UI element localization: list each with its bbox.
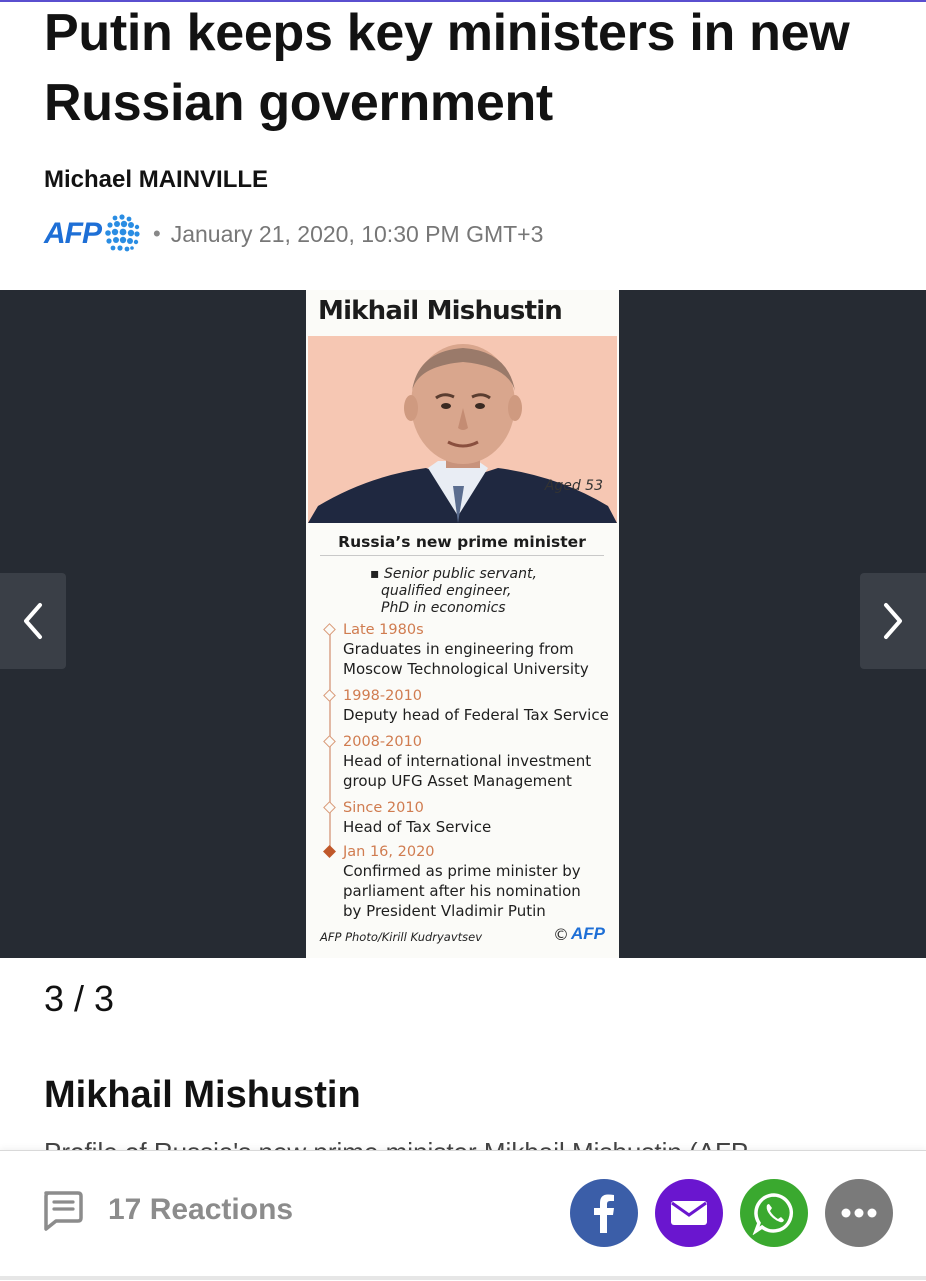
timeline-marker (323, 735, 336, 748)
mail-icon (671, 1201, 707, 1225)
facebook-icon (594, 1194, 614, 1233)
graphic-subtitle: Russia’s new prime minister (320, 533, 604, 556)
reactions-count: 17 Reactions (108, 1193, 294, 1226)
portrait-photo: Aged 53 (308, 336, 617, 523)
copyright-symbol: © (553, 924, 569, 944)
timeline-event: 2008-2010 Head of international investme… (323, 734, 613, 791)
afp-globe-icon (105, 214, 140, 252)
graphic-bullet: ▪ Senior public servant, qualified engin… (370, 566, 537, 617)
graphic-age-label: Aged 53 (544, 478, 603, 494)
event-line: Moscow Technological University (343, 660, 589, 678)
share-whatsapp-button[interactable] (740, 1179, 808, 1247)
timeline-marker (323, 801, 336, 814)
caption-title: Mikhail Mishustin (44, 1074, 361, 1116)
bullet-line: qualified engineer, (381, 583, 512, 599)
event-date: Late 1980s (343, 622, 424, 638)
event-line: Head of Tax Service (343, 818, 492, 836)
share-footer: 17 Reactions (0, 1150, 926, 1281)
share-facebook-button[interactable] (570, 1179, 638, 1247)
event-line: group UFG Asset Management (343, 772, 572, 790)
article-headline: Putin keeps key ministers in new Russian… (44, 4, 850, 132)
graphic-title: Mikhail Mishustin (318, 296, 563, 326)
event-date: Jan 16, 2020 (343, 844, 435, 860)
event-line: Head of international investment (343, 752, 592, 770)
timeline-marker (323, 623, 336, 636)
more-icon (841, 1208, 877, 1218)
event-date: 1998-2010 (343, 688, 423, 704)
share-email-button[interactable] (655, 1179, 723, 1247)
gallery-prev-button[interactable] (0, 573, 66, 669)
bullet-line: PhD in economics (381, 600, 506, 616)
event-date: Since 2010 (343, 800, 424, 816)
timeline-event: Jan 16, 2020 Confirmed as prime minister… (323, 844, 613, 921)
event-line: Confirmed as prime minister by (343, 862, 581, 880)
timeline-marker-current (323, 845, 336, 858)
photo-credit: AFP Photo/Kirill Kudryavtsev (320, 930, 483, 944)
gallery-image: Mikhail Mishustin Aged 53 Russia’s new p… (306, 290, 619, 958)
copyright-mark: © AFP (553, 924, 605, 944)
afp-logo[interactable]: AFP (44, 212, 141, 256)
event-date: 2008-2010 (343, 734, 423, 750)
reactions-button[interactable]: 17 Reactions (40, 1189, 293, 1231)
bottom-divider (0, 1276, 926, 1280)
article-author[interactable]: Michael MAINVILLE (44, 166, 268, 194)
timeline-marker (323, 689, 336, 702)
article-date: January 21, 2020, 10:30 PM GMT+3 (170, 220, 544, 247)
image-gallery[interactable]: Mikhail Mishustin Aged 53 Russia’s new p… (0, 290, 926, 958)
afp-logo-text: AFP (44, 217, 102, 250)
timeline-event: 1998-2010 Deputy head of Federal Tax Ser… (323, 688, 613, 725)
whatsapp-icon (752, 1193, 794, 1235)
byline-row: AFP • January 21, 2020, 10:30 PM GMT+3 (44, 210, 543, 258)
portrait-figure (308, 344, 617, 523)
bullet-line: ▪ Senior public servant, (370, 566, 537, 582)
timeline-event: Since 2010 Head of Tax Service (323, 800, 613, 837)
event-line: Deputy head of Federal Tax Service (343, 706, 609, 724)
chevron-left-icon (24, 603, 42, 639)
share-more-button[interactable] (825, 1179, 893, 1247)
comment-icon (44, 1191, 83, 1231)
event-line: by President Vladimir Putin (343, 902, 546, 920)
event-line: parliament after his nomination (343, 882, 581, 900)
gallery-next-button[interactable] (860, 573, 926, 669)
chevron-right-icon (884, 603, 902, 639)
byline-separator: • (153, 221, 161, 246)
timeline-event: Late 1980s Graduates in engineering from… (323, 622, 613, 679)
event-line: Graduates in engineering from (343, 640, 574, 658)
afp-small-logo: AFP (571, 924, 605, 943)
gallery-counter: 3 / 3 (44, 978, 115, 1019)
